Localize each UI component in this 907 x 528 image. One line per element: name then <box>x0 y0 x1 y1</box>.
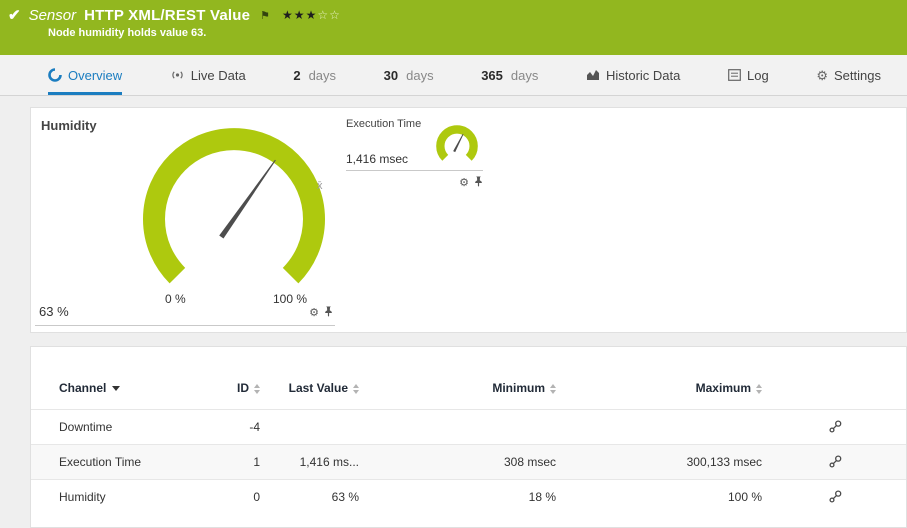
sort-icon[interactable] <box>756 384 762 394</box>
channels-table: Channel ID Last Value Minimum Maximum Do… <box>31 347 907 514</box>
tab-settings[interactable]: ⚙ Settings <box>816 55 881 95</box>
tab-2-days[interactable]: 2 days <box>293 55 336 95</box>
sort-icon[interactable] <box>353 384 359 394</box>
col-header-last-value[interactable]: Last Value <box>278 347 383 410</box>
tab-bar: Overview Live Data 2 days 30 days 365 da… <box>0 55 907 96</box>
channel-maximum <box>578 410 788 445</box>
gauge-needle <box>453 134 464 153</box>
col-header-settings <box>788 347 907 410</box>
execution-time-gauge <box>431 118 483 170</box>
gauge-needle <box>219 159 277 239</box>
table-row[interactable]: Execution Time11,416 ms...308 msec300,13… <box>31 445 907 480</box>
channel-settings-icon[interactable] <box>828 423 843 437</box>
channel-name[interactable]: Downtime <box>31 410 206 445</box>
channel-name[interactable]: Humidity <box>31 480 206 515</box>
channel-minimum: 308 msec <box>383 445 578 480</box>
tab-number: 2 <box>293 68 300 83</box>
channel-id: 1 <box>206 445 278 480</box>
tab-30-days[interactable]: 30 days <box>384 55 434 95</box>
priority-stars[interactable]: ★★★☆☆ <box>282 8 341 22</box>
tab-live-data[interactable]: Live Data <box>170 55 246 95</box>
average-toggle-icon[interactable]: x̄ <box>317 180 323 192</box>
humidity-gauge <box>134 114 334 314</box>
channel-menu-caret-icon[interactable] <box>112 386 120 391</box>
flag-icon[interactable]: ⚑ <box>260 9 270 22</box>
channel-id: -4 <box>206 410 278 445</box>
tab-overview[interactable]: Overview <box>48 55 122 95</box>
channel-maximum: 100 % <box>578 480 788 515</box>
tab-label: Live Data <box>191 68 246 83</box>
object-kind-label: Sensor <box>29 7 77 24</box>
channel-id: 0 <box>206 480 278 515</box>
col-header-minimum[interactable]: Minimum <box>383 347 578 410</box>
stars-filled: ★★★ <box>282 8 317 22</box>
tab-365-days[interactable]: 365 days <box>481 55 538 95</box>
overview-gauge-icon <box>48 68 62 82</box>
channel-last-value: 63 % <box>278 480 383 515</box>
gauge-title: Execution Time <box>346 118 421 130</box>
execution-time-gauge-panel: Execution Time 1,416 msec ⚙ <box>346 114 483 192</box>
channel-minimum: 18 % <box>383 480 578 515</box>
settings-gear-icon: ⚙ <box>816 69 828 82</box>
channel-name[interactable]: Execution Time <box>31 445 206 480</box>
col-header-maximum[interactable]: Maximum <box>578 347 788 410</box>
channel-settings-icon[interactable] <box>828 458 843 472</box>
col-header-channel[interactable]: Channel <box>31 347 206 410</box>
gauge-settings-gear-icon[interactable]: ⚙ <box>459 178 469 189</box>
tab-log[interactable]: Log <box>728 55 769 95</box>
sort-icon[interactable] <box>254 384 260 394</box>
gauges-panel: Humidity ⚙ 0 % 100 % 63 % x̄ Execution T… <box>30 107 907 333</box>
tab-number: 30 <box>384 68 398 83</box>
sensor-title: HTTP XML/REST Value <box>84 7 250 24</box>
channel-last-value: 1,416 ms... <box>278 445 383 480</box>
tab-label: days <box>309 68 336 83</box>
live-data-broadcast-icon <box>170 69 185 81</box>
table-header-row: Channel ID Last Value Minimum Maximum <box>31 347 907 410</box>
status-ok-check-icon: ✔ <box>8 6 21 24</box>
tab-label: Settings <box>834 68 881 83</box>
channel-maximum: 300,133 msec <box>578 445 788 480</box>
gauge-current-value: 1,416 msec <box>346 152 408 166</box>
channel-minimum <box>383 410 578 445</box>
log-document-icon <box>728 69 741 81</box>
col-header-id[interactable]: ID <box>206 347 278 410</box>
channel-settings-icon[interactable] <box>828 493 843 507</box>
tab-label: days <box>406 68 433 83</box>
stars-empty: ☆☆ <box>317 8 341 22</box>
tab-label: days <box>511 68 538 83</box>
sort-icon[interactable] <box>550 384 556 394</box>
gauge-title: Humidity <box>41 118 97 133</box>
tab-label: Historic Data <box>606 68 680 83</box>
channel-last-value <box>278 410 383 445</box>
tab-historic-data[interactable]: Historic Data <box>586 55 680 95</box>
gauge-min-label: 0 % <box>165 292 186 306</box>
historic-data-chart-icon <box>586 69 600 81</box>
channel-table-body: Downtime-4Execution Time11,416 ms...308 … <box>31 410 907 515</box>
pin-icon[interactable] <box>474 174 483 192</box>
tab-label: Log <box>747 68 769 83</box>
tab-label: Overview <box>68 68 122 83</box>
channels-table-panel: Channel ID Last Value Minimum Maximum Do… <box>30 346 907 528</box>
gauge-current-value: 63 % <box>39 304 69 319</box>
sensor-status-banner: ✔ Sensor HTTP XML/REST Value ⚑ ★★★☆☆ Nod… <box>0 0 907 55</box>
gauge-max-label: 100 % <box>273 292 307 306</box>
tab-number: 365 <box>481 68 503 83</box>
table-row[interactable]: Humidity063 %18 %100 % <box>31 480 907 515</box>
sensor-status-message: Node humidity holds value 63. <box>48 27 897 39</box>
table-row[interactable]: Downtime-4 <box>31 410 907 445</box>
